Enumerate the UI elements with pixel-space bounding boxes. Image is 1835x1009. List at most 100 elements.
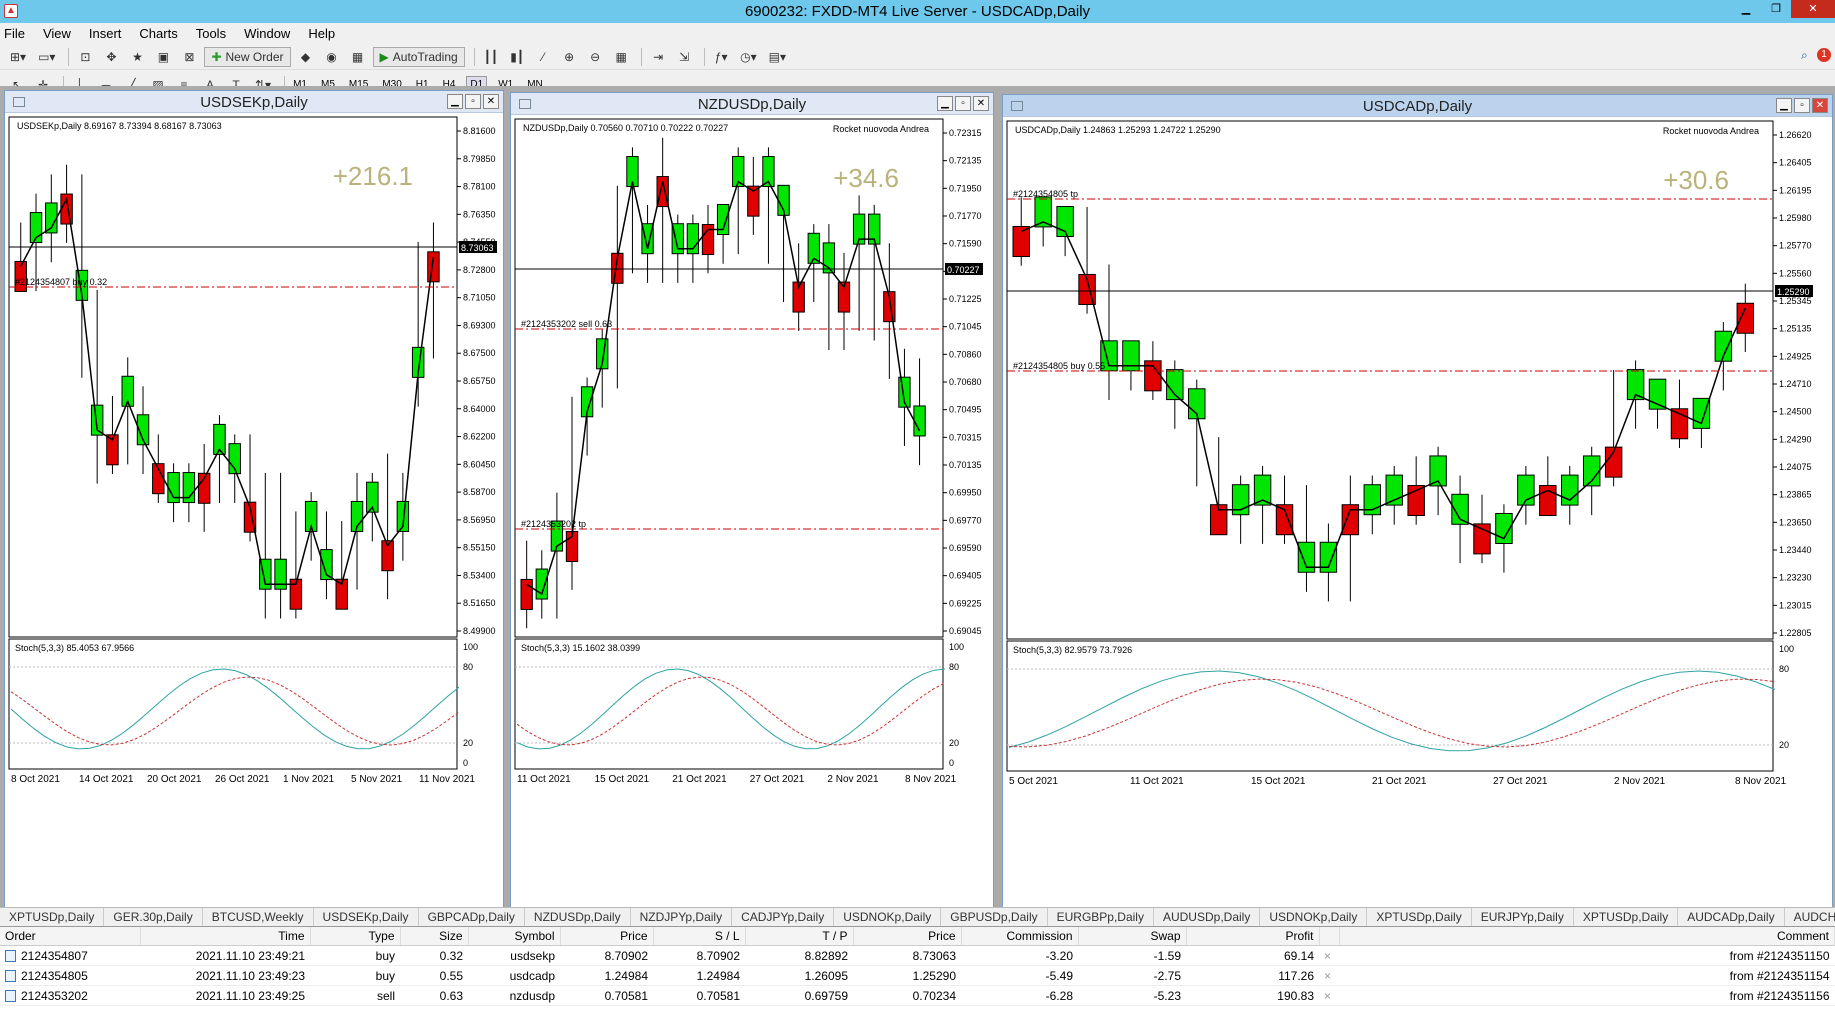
order-row[interactable]: 2124354807 2021.11.10 23:49:21 buy 0.32 usds… [0,945,1835,966]
y-tick-label: 1.23650 [1779,517,1812,527]
options-icon[interactable]: ▦ [347,47,369,67]
close-order-icon[interactable]: × [1319,945,1339,966]
terminal-icon[interactable]: ▣ [152,47,174,67]
symbol-tab[interactable]: XPTUSDp,Daily [1574,908,1679,926]
column-header[interactable]: S / L [653,927,746,946]
close-order-icon[interactable]: × [1319,985,1339,1006]
notification-badge[interactable]: 1 [1817,48,1831,62]
navigator-icon[interactable]: ★ [126,47,148,67]
menu-view[interactable]: View [43,26,71,41]
usdcad-candlestick-chart[interactable]: USDCADp,Daily 1.24863 1.25293 1.24722 1.… [1003,117,1832,907]
menu-tools[interactable]: Tools [196,26,226,41]
chart-close-button[interactable]: ✕ [1812,98,1828,113]
order-cell: 1.26095 [745,965,853,986]
column-header[interactable]: Time [140,927,311,946]
symbol-tab[interactable]: USDNOKp,Daily [1260,908,1368,926]
menu-charts[interactable]: Charts [139,26,177,41]
column-header[interactable] [1319,927,1340,946]
symbol-tab[interactable]: BTCUSD,Weekly [203,908,314,926]
symbol-tab[interactable]: AUDCADp,Daily [1678,908,1785,926]
chart-shift-icon[interactable]: ⇥ [647,47,669,67]
chart-minimize-button[interactable]: ▁ [937,96,953,111]
symbol-tab[interactable]: AUDCHFp [1785,908,1835,926]
usdsek-candlestick-chart[interactable]: USDSEKp,Daily 8.69167 8.73394 8.68167 8.… [5,113,503,907]
market-watch-icon[interactable]: ⊡ [74,47,96,67]
symbol-tab[interactable]: XPTUSDp,Daily [1367,908,1472,926]
chart-maximize-button[interactable]: ▫ [955,96,971,111]
auto-scroll-icon[interactable]: ⇲ [673,47,695,67]
column-header[interactable]: Profit [1186,927,1320,946]
symbol-tab[interactable]: NZDJPYp,Daily [631,908,733,926]
line-chart-icon[interactable]: ⁄ [532,47,554,67]
periods-icon[interactable]: ◷▾ [736,47,761,67]
chart-close-button[interactable]: ✕ [973,96,989,111]
close-button[interactable]: ✕ [1791,0,1835,18]
chart-close-button[interactable]: ✕ [483,94,499,109]
order-cell: 0.70581 [560,985,653,1006]
bar-chart-icon[interactable]: ┃┃ [480,47,502,67]
order-cell: 8.70902 [653,945,745,966]
chart-title: USDCADp,Daily [1362,98,1473,115]
take-profit-label: #2124354805 tp [1013,189,1078,199]
candlestick-icon[interactable]: ▮┃ [506,47,528,67]
column-header[interactable]: Commission [961,927,1079,946]
symbol-tab[interactable]: GER.30p,Daily [104,908,203,926]
minimize-button[interactable]: ▁ [1731,0,1761,18]
new-order-button[interactable]: ✚ New Order [204,46,291,67]
profiles-icon[interactable]: ▭▾ [34,47,59,67]
symbol-tab[interactable]: NZDUSDp,Daily [525,908,631,926]
symbol-tab[interactable]: GBPCADp,Daily [419,908,525,926]
menu-window[interactable]: Window [244,26,290,41]
zoom-in-icon[interactable]: ⊕ [558,47,580,67]
column-header[interactable]: Price [853,927,962,946]
search-icon[interactable]: ⌕ [1801,48,1808,63]
symbol-tab[interactable]: EURJPYp,Daily [1472,908,1574,926]
symbol-tab[interactable]: USDNOKp,Daily [834,908,942,926]
chart-window-usdcad[interactable]: USDCADp,Daily ▁ ▫ ✕ USDCADp,Daily 1.24863 1… [1002,94,1833,908]
strategy-tester-icon[interactable]: ⊠ [178,47,200,67]
y-tick-label: 0.69950 [949,488,982,498]
order-id: 2124354805 [21,968,88,983]
order-row[interactable]: 2124353202 2021.11.10 23:49:25 sell 0.63 nzd… [0,985,1835,1006]
chart-window-nzdusd[interactable]: NZDUSDp,Daily ▁ ▫ ✕ NZDUSDp,Daily 0.70560 0… [510,92,994,908]
chart-maximize-button[interactable]: ▫ [1794,98,1810,113]
signals-icon[interactable]: ◉ [321,47,343,67]
data-window-icon[interactable]: ✥ [100,47,122,67]
zoom-out-icon[interactable]: ⊖ [584,47,606,67]
column-header[interactable]: Comment [1339,927,1835,946]
indicators-icon[interactable]: ƒ▾ [710,47,732,67]
order-row[interactable]: 2124354805 2021.11.10 23:49:23 buy 0.55 usdc… [0,965,1835,986]
chart-minimize-button[interactable]: ▁ [1776,98,1792,113]
column-header[interactable]: Size [400,927,469,946]
menu-file[interactable]: File [4,26,25,41]
autotrading-button[interactable]: ▶ AutoTrading [372,46,465,67]
symbol-tab[interactable]: GBPUSDp,Daily [941,908,1048,926]
column-header[interactable]: Type [310,927,401,946]
menu-help[interactable]: Help [308,26,335,41]
symbol-tab[interactable]: EURGBPp,Daily [1048,908,1154,926]
symbol-tab[interactable]: AUDUSDp,Daily [1154,908,1261,926]
menu-insert[interactable]: Insert [89,26,122,41]
order-cell: 8.70902 [560,945,653,966]
x-tick-label: 8 Nov 2021 [905,774,957,785]
symbol-tab[interactable]: USDSEKp,Daily [314,908,419,926]
chart-minimize-button[interactable]: ▁ [447,94,463,109]
tile-windows-icon[interactable]: ▦ [610,47,632,67]
nzdusd-candlestick-chart[interactable]: NZDUSDp,Daily 0.70560 0.70710 0.70222 0.… [511,115,993,907]
new-chart-icon[interactable]: ⊞▾ [6,47,30,67]
order-cell: 69.14 [1186,945,1319,966]
meta-editor-icon[interactable]: ◆ [295,47,317,67]
symbol-tab[interactable]: CADJPYp,Daily [732,908,835,926]
templates-icon[interactable]: ▤▾ [765,47,790,67]
column-header[interactable]: Symbol [468,927,561,946]
order-line-label: #2124354807 buy 0.32 [15,277,107,287]
symbol-tab[interactable]: XPTUSDp,Daily [0,908,105,926]
column-header[interactable]: Price [560,927,654,946]
column-header[interactable]: T / P [745,927,854,946]
column-header[interactable]: Swap [1078,927,1187,946]
chart-maximize-button[interactable]: ▫ [465,94,481,109]
restore-button[interactable]: ❐ [1761,0,1791,18]
column-header[interactable]: Order [0,927,141,946]
close-order-icon[interactable]: × [1319,965,1339,986]
chart-window-usdsek[interactable]: USDSEKp,Daily ▁ ▫ ✕ USDSEKp,Daily 8.69167 8… [4,90,504,908]
